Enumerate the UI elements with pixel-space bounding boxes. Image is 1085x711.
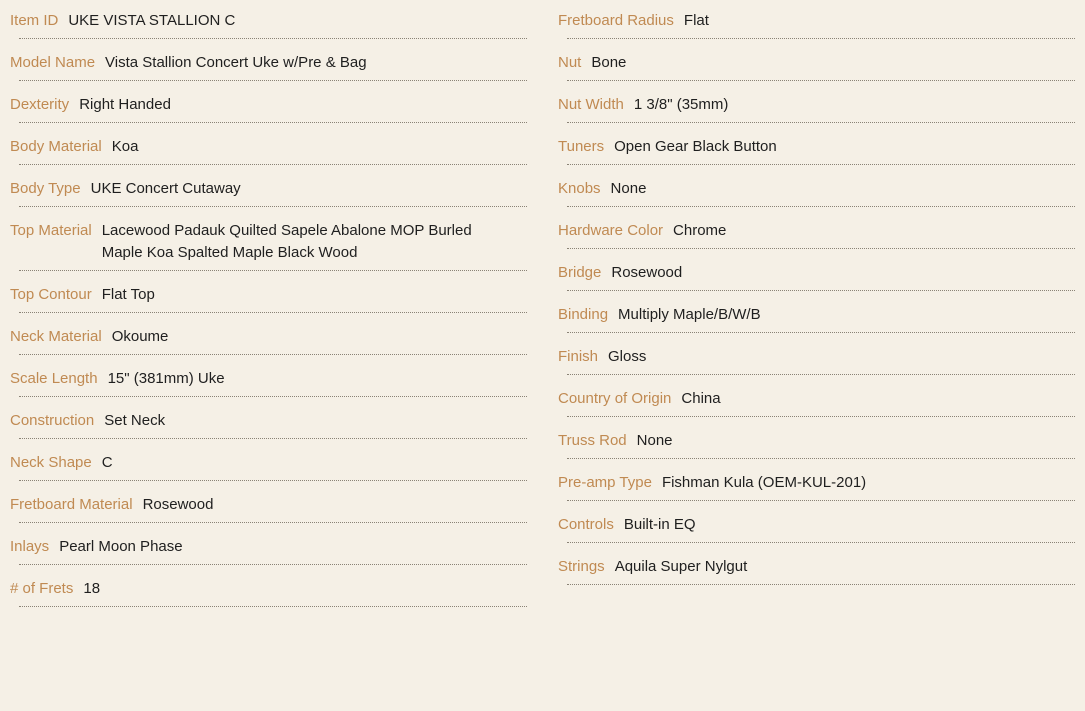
spec-label: Top Material — [10, 222, 92, 239]
spec-label: Nut Width — [558, 96, 624, 113]
spec-value: 1 3/8" (35mm) — [633, 96, 729, 113]
spec-value: None — [610, 180, 647, 197]
spec-label: Construction — [10, 412, 95, 429]
spec-label: Binding — [558, 306, 609, 323]
spec-row-construction: Construction Set Neck — [10, 400, 527, 442]
spec-value: Built-in EQ — [623, 516, 696, 533]
spec-label: Scale Length — [10, 370, 98, 387]
spec-row-tuners: Tuners Open Gear Black Button — [558, 126, 1075, 168]
spec-label: Bridge — [558, 264, 602, 281]
spec-label: Strings — [558, 558, 605, 575]
specs-left-column: Item ID UKE VISTA STALLION C Model Name … — [10, 0, 527, 610]
spec-row-bridge: Bridge Rosewood — [558, 252, 1075, 294]
spec-value: Flat — [683, 12, 709, 29]
spec-row-fretboard-material: Fretboard Material Rosewood — [10, 484, 527, 526]
spec-value: Rosewood — [142, 496, 214, 513]
spec-row-scale-length: Scale Length 15" (381mm) Uke — [10, 358, 527, 400]
spec-value: None — [636, 432, 673, 449]
spec-label: Finish — [558, 348, 599, 365]
spec-value: Gloss — [608, 348, 647, 365]
spec-label: Body Material — [10, 138, 102, 155]
spec-label: Fretboard Material — [10, 496, 133, 513]
spec-label: # of Frets — [10, 580, 74, 597]
spec-row-neck-material: Neck Material Okoume — [10, 316, 527, 358]
spec-row-body-type: Body Type UKE Concert Cutaway — [10, 168, 527, 210]
spec-value: Bone — [591, 54, 627, 71]
spec-value: Set Neck — [104, 412, 166, 429]
spec-label: Country of Origin — [558, 390, 672, 407]
spec-value: Aquila Super Nylgut — [614, 558, 748, 575]
spec-label: Top Contour — [10, 286, 92, 303]
spec-label: Nut — [558, 54, 582, 71]
spec-row-knobs: Knobs None — [558, 168, 1075, 210]
spec-value: Right Handed — [79, 96, 171, 113]
spec-label: Pre-amp Type — [558, 474, 652, 491]
spec-label: Controls — [558, 516, 614, 533]
spec-label: Model Name — [10, 54, 96, 71]
spec-value: Open Gear Black Button — [614, 138, 777, 155]
spec-row-country-of-origin: Country of Origin China — [558, 378, 1075, 420]
spec-value: C — [101, 454, 113, 471]
spec-value: Fishman Kula (OEM-KUL-201) — [661, 474, 867, 491]
spec-value: Koa — [111, 138, 139, 155]
spec-row-item-id: Item ID UKE VISTA STALLION C — [10, 0, 527, 42]
spec-row-model-name: Model Name Vista Stallion Concert Uke w/… — [10, 42, 527, 84]
spec-value: Multiply Maple/B/W/B — [618, 306, 761, 323]
spec-row-neck-shape: Neck Shape C — [10, 442, 527, 484]
spec-value: Flat Top — [101, 286, 155, 303]
spec-label: Fretboard Radius — [558, 12, 674, 29]
spec-label: Dexterity — [10, 96, 70, 113]
spec-row-top-material: Top Material Lacewood Padauk Quilted Sap… — [10, 210, 527, 274]
spec-row-strings: Strings Aquila Super Nylgut — [558, 546, 1075, 588]
spec-label: Body Type — [10, 180, 81, 197]
spec-label: Truss Rod — [558, 432, 627, 449]
spec-value: 18 — [83, 580, 101, 597]
spec-row-nut-width: Nut Width 1 3/8" (35mm) — [558, 84, 1075, 126]
spec-row-hardware-color: Hardware Color Chrome — [558, 210, 1075, 252]
spec-row-pre-amp-type: Pre-amp Type Fishman Kula (OEM-KUL-201) — [558, 462, 1075, 504]
spec-label: Inlays — [10, 538, 50, 555]
spec-row-fretboard-radius: Fretboard Radius Flat — [558, 0, 1075, 42]
spec-row-truss-rod: Truss Rod None — [558, 420, 1075, 462]
spec-row-dexterity: Dexterity Right Handed — [10, 84, 527, 126]
spec-value: Rosewood — [611, 264, 683, 281]
specs-right-column: Fretboard Radius Flat Nut Bone Nut Width… — [558, 0, 1075, 588]
spec-value: UKE Concert Cutaway — [90, 180, 241, 197]
spec-value: China — [681, 390, 721, 407]
spec-label: Tuners — [558, 138, 605, 155]
spec-row-nut: Nut Bone — [558, 42, 1075, 84]
spec-value: Okoume — [111, 328, 169, 345]
spec-value: Chrome — [673, 222, 727, 239]
spec-label: Neck Shape — [10, 454, 92, 471]
spec-row-inlays: Inlays Pearl Moon Phase — [10, 526, 527, 568]
spec-value: 15" (381mm) Uke — [107, 370, 225, 387]
spec-value: UKE VISTA STALLION C — [68, 12, 236, 29]
spec-row-body-material: Body Material Koa — [10, 126, 527, 168]
spec-label: Item ID — [10, 12, 59, 29]
spec-label: Knobs — [558, 180, 601, 197]
spec-value: Vista Stallion Concert Uke w/Pre & Bag — [105, 54, 367, 71]
spec-row-controls: Controls Built-in EQ — [558, 504, 1075, 546]
spec-label: Neck Material — [10, 328, 102, 345]
spec-row-finish: Finish Gloss — [558, 336, 1075, 378]
spec-value: Lacewood Padauk Quilted Sapele Abalone M… — [101, 222, 472, 261]
spec-row-num-frets: # of Frets 18 — [10, 568, 527, 610]
spec-value: Pearl Moon Phase — [59, 538, 183, 555]
spec-label: Hardware Color — [558, 222, 664, 239]
spec-row-top-contour: Top Contour Flat Top — [10, 274, 527, 316]
spec-row-binding: Binding Multiply Maple/B/W/B — [558, 294, 1075, 336]
